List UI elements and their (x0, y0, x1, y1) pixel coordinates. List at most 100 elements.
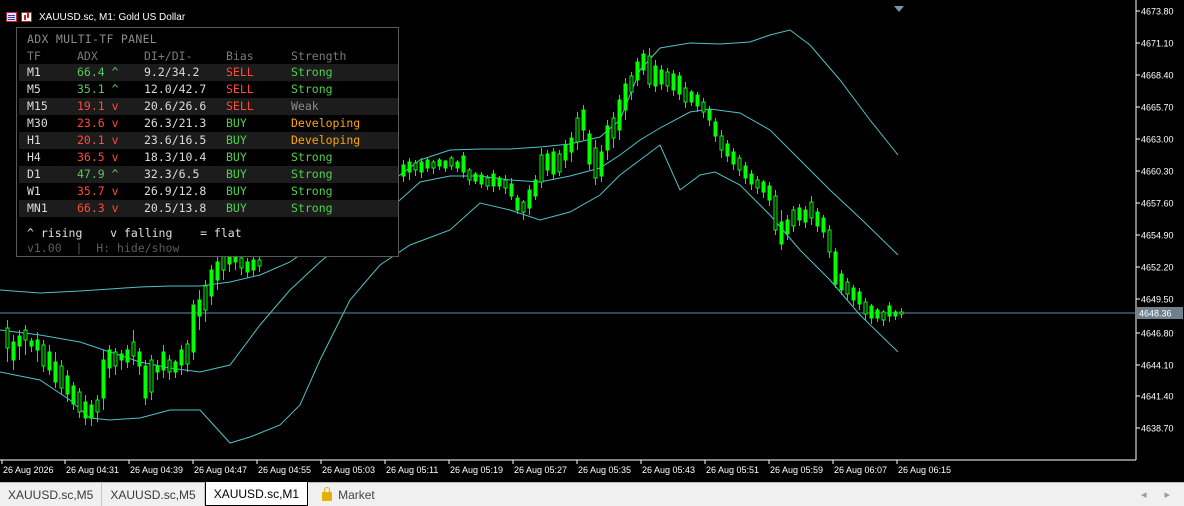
candle (437, 158, 442, 170)
candle (755, 176, 760, 194)
candle (557, 150, 562, 176)
panel-row-m30: M30 23.6 v 26.3/21.3 BUY Developing (19, 115, 398, 132)
candle (107, 345, 112, 378)
candle (875, 308, 880, 322)
candle (899, 308, 904, 318)
cell-di: 23.6/16.5 (144, 133, 207, 147)
candle (587, 130, 592, 170)
price-label: 4673.80 (1141, 7, 1174, 17)
time-label: 26 Aug 05:51 (706, 465, 759, 475)
candle (83, 395, 88, 425)
candle (671, 70, 676, 96)
price-label: 4646.80 (1141, 329, 1174, 339)
time-label: 26 Aug 04:47 (194, 465, 247, 475)
panel-row-mn1: MN1 66.3 v 20.5/13.8 BUY Strong (19, 200, 398, 217)
panel-row-w1: W1 35.7 v 26.9/12.8 BUY Strong (19, 183, 398, 200)
price-label: 4663.00 (1141, 135, 1174, 145)
scroll-right-icon[interactable]: ▸ (1164, 488, 1170, 501)
candle (461, 152, 466, 178)
price-label: 4649.50 (1141, 295, 1174, 305)
panel-title: ADX MULTI-TF PANEL (27, 32, 158, 46)
candle (617, 95, 622, 140)
candle (605, 120, 610, 160)
cell-tf: M15 (27, 99, 48, 113)
panel-header-row: TF ADX DI+/DI- Bias Strength (17, 49, 398, 63)
cell-adx: 36.5 v (77, 150, 119, 164)
cell-tf: H4 (27, 150, 41, 164)
cell-di: 12.0/42.7 (144, 82, 207, 96)
panel-hint: H: hide/show (96, 241, 180, 255)
candle (257, 255, 262, 272)
cell-bias: BUY (226, 133, 247, 147)
candle (455, 160, 460, 172)
candle (683, 82, 688, 108)
candle (425, 158, 430, 172)
candle (59, 360, 64, 395)
tab-xauusd-m1[interactable]: XAUUSD.sc,M1 (204, 482, 309, 506)
time-label: 26 Aug 05:59 (770, 465, 823, 475)
cell-strength: Strong (291, 201, 333, 215)
time-label: 26 Aug 04:39 (130, 465, 183, 475)
cell-tf: W1 (27, 184, 41, 198)
candle (179, 345, 184, 375)
candle (101, 350, 106, 410)
candle (845, 278, 850, 300)
candle (467, 168, 472, 185)
chart-area[interactable]: 4673.80 4671.10 4668.40 4665.70 4663.00 4660.… (0, 0, 1184, 482)
market-tab-label: Market (338, 487, 375, 502)
cell-bias: BUY (226, 201, 247, 215)
candle (209, 265, 214, 305)
cell-strength: Strong (291, 65, 333, 79)
candle (581, 105, 586, 140)
candle (119, 350, 124, 370)
chart-tabs-bar: XAUUSD.sc,M5 XAUUSD.sc,M5 XAUUSD.sc,M1 M… (0, 482, 1184, 506)
candle (71, 382, 76, 410)
candle (89, 400, 94, 426)
candle (857, 288, 862, 310)
candle (479, 172, 484, 188)
menu-icon[interactable] (6, 12, 17, 22)
time-label: 26 Aug 2026 (3, 465, 54, 475)
panel-row-h4: H4 36.5 v 18.3/10.4 BUY Strong (19, 149, 398, 166)
time-label: 26 Aug 05:19 (450, 465, 503, 475)
time-label: 26 Aug 06:15 (898, 465, 951, 475)
candle (191, 300, 196, 360)
candle (701, 98, 706, 118)
tab-xauusd-m5-2[interactable]: XAUUSD.sc,M5 (102, 483, 205, 506)
candle (527, 185, 532, 215)
candle (143, 360, 148, 405)
candle (827, 225, 832, 258)
cell-tf: H1 (27, 133, 41, 147)
candle (719, 130, 724, 158)
candle (809, 196, 814, 225)
candle (161, 345, 166, 378)
time-label: 26 Aug 04:31 (66, 465, 119, 475)
tab-market[interactable]: Market (308, 483, 375, 506)
candle (113, 348, 118, 375)
adx-panel: ADX MULTI-TF PANEL TF ADX DI+/DI- Bias S… (16, 27, 399, 257)
cell-strength: Strong (291, 184, 333, 198)
tab-xauusd-m5-1[interactable]: XAUUSD.sc,M5 (0, 483, 103, 506)
current-price-label: 4648.36 (1139, 309, 1172, 319)
candle (155, 360, 160, 380)
candle (881, 310, 886, 326)
cell-strength: Developing (291, 133, 361, 147)
candle (773, 190, 778, 235)
scroll-left-icon[interactable]: ◂ (1141, 488, 1147, 501)
cell-di: 9.2/34.2 (144, 65, 200, 79)
candle (41, 340, 46, 372)
candle (29, 338, 34, 352)
cell-di: 18.3/10.4 (144, 150, 207, 164)
candle (23, 325, 28, 355)
cell-bias: BUY (226, 116, 247, 130)
candle (749, 170, 754, 190)
cell-strength: Strong (291, 82, 333, 96)
panel-row-d1: D1 47.9 ^ 32.3/6.5 BUY Strong (19, 166, 398, 183)
candle (659, 65, 664, 90)
candle (887, 302, 892, 322)
candle (473, 172, 478, 184)
candle (641, 50, 646, 75)
candle (839, 270, 844, 295)
chart-type-icon[interactable] (21, 12, 32, 22)
lock-icon (322, 486, 333, 501)
